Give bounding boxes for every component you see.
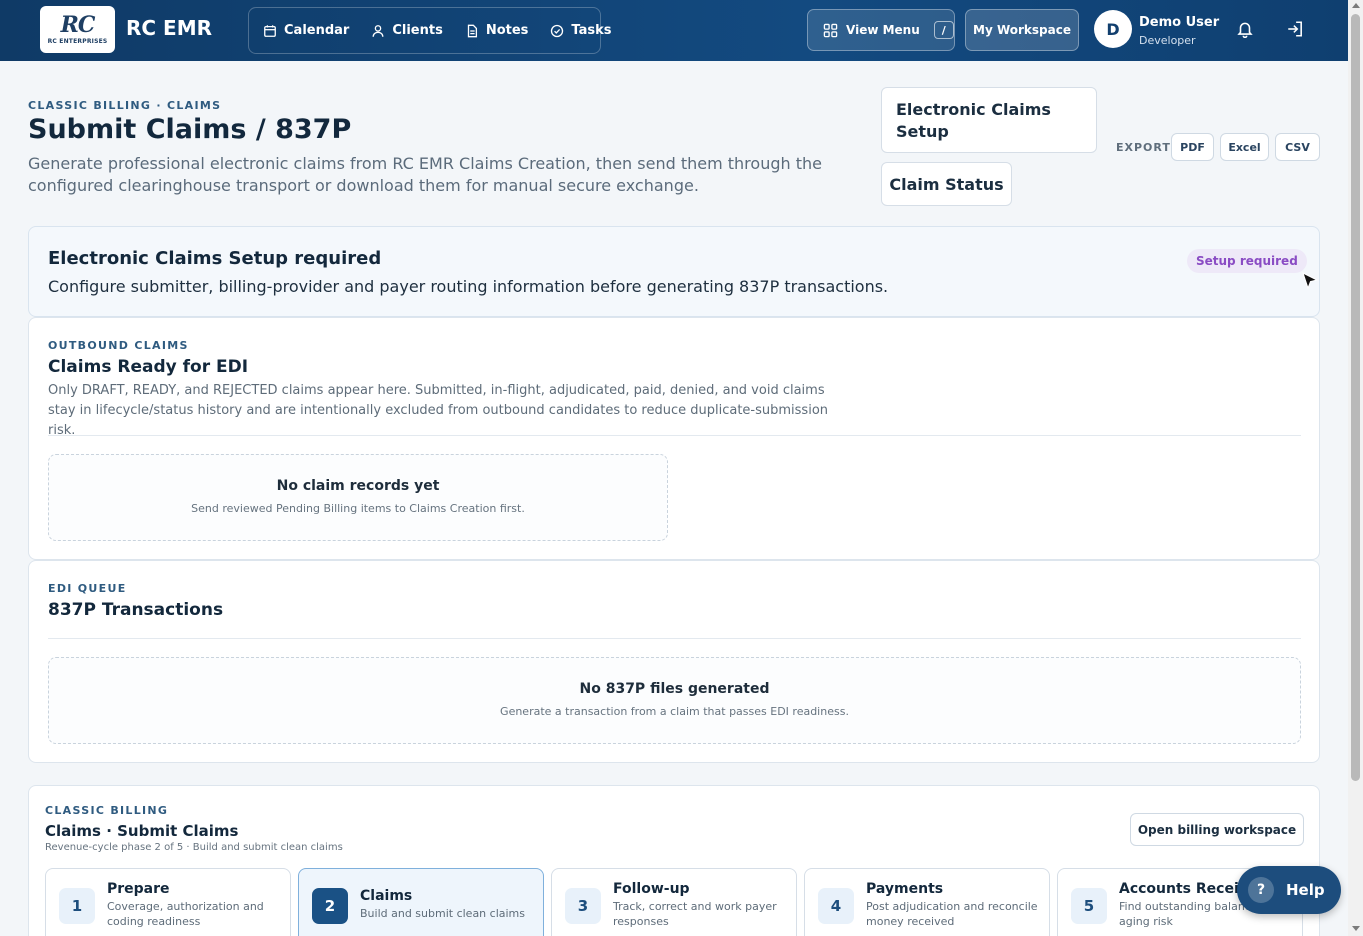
nav-notes-label: Notes [485, 23, 529, 38]
grid-icon [823, 23, 838, 37]
empty-claims-state: No claim records yet Send reviewed Pendi… [48, 454, 668, 541]
nav-tasks-label: Tasks [571, 23, 612, 38]
shortcut-key: / [933, 21, 954, 39]
nav-tasks[interactable]: Tasks [550, 23, 612, 38]
edi-queue-card: EDI QUEUE 837P Transactions No 837P file… [28, 560, 1320, 763]
phase-description: Build and submit clean claims [360, 907, 525, 920]
phase-payments[interactable]: 4 Payments Post adjudication and reconci… [804, 868, 1050, 936]
edi-eyebrow: EDI QUEUE [48, 582, 127, 595]
nav-calendar[interactable]: Calendar [263, 23, 349, 38]
view-menu-button[interactable]: View Menu / [807, 9, 955, 51]
phase-title: Claims [360, 888, 413, 904]
logo-mark: RC [60, 12, 96, 38]
outbound-eyebrow: OUTBOUND CLAIMS [48, 339, 189, 352]
nav-clients[interactable]: Clients [371, 23, 443, 38]
app-logo[interactable]: RC RC ENTERPRISES [40, 6, 115, 53]
view-menu-label: View Menu [846, 23, 920, 37]
billing-eyebrow: CLASSIC BILLING [45, 804, 169, 817]
divider [48, 638, 1301, 639]
phase-description: Post adjudication and reconcile money re… [866, 900, 1038, 928]
outbound-title: Claims Ready for EDI [48, 357, 249, 377]
export-label: EXPORT [1116, 141, 1171, 154]
phase-description: Track, correct and work payer responses [613, 900, 777, 928]
scroll-down-arrow-icon[interactable] [1352, 926, 1360, 931]
page-eyebrow: CLASSIC BILLING · CLAIMS [28, 99, 222, 112]
edi-title: 837P Transactions [48, 600, 224, 620]
empty-claims-title: No claim records yet [276, 478, 440, 494]
phase-number: 2 [312, 888, 348, 924]
bell-icon[interactable] [1236, 20, 1254, 38]
phase-title: Prepare [107, 881, 170, 897]
electronic-claims-setup-button[interactable]: Electronic Claims Setup [881, 87, 1097, 153]
divider [48, 435, 1301, 436]
logout-icon[interactable] [1286, 20, 1304, 38]
open-billing-workspace-button[interactable]: Open billing workspace [1130, 813, 1304, 846]
page-subtitle: Generate professional electronic claims … [28, 154, 822, 195]
user-icon [372, 24, 384, 37]
help-button[interactable]: ? Help [1237, 866, 1341, 914]
export-excel-button[interactable]: Excel [1220, 133, 1269, 161]
empty-edi-state: No 837P files generated Generate a trans… [48, 657, 1301, 744]
check-circle-icon [551, 24, 564, 37]
page-title: Submit Claims / 837P [28, 114, 352, 145]
help-label: Help [1286, 881, 1325, 899]
empty-claims-subtitle: Send reviewed Pending Billing items to C… [191, 502, 525, 515]
phase-follow-up[interactable]: 3 Follow-up Track, correct and work paye… [551, 868, 797, 936]
billing-subtitle: Revenue-cycle phase 2 of 5 · Build and s… [45, 842, 343, 853]
empty-edi-title: No 837P files generated [579, 681, 770, 697]
claim-status-button[interactable]: Claim Status [881, 162, 1012, 206]
document-icon [467, 24, 477, 37]
top-bar: RC RC ENTERPRISES RC EMR Calendar Client… [0, 0, 1348, 61]
mouse-cursor-icon [1302, 272, 1319, 290]
outbound-claims-card: OUTBOUND CLAIMS Claims Ready for EDI Onl… [28, 317, 1320, 560]
empty-edi-subtitle: Generate a transaction from a claim that… [500, 705, 849, 718]
user-name: Demo User [1139, 15, 1220, 30]
export-csv-button[interactable]: CSV [1275, 133, 1320, 161]
logo-subtext: RC ENTERPRISES [47, 38, 108, 45]
alert-title: Electronic Claims Setup required [48, 248, 382, 269]
app-title: RC EMR [126, 16, 213, 40]
status-badge: Setup required [1187, 249, 1307, 273]
phase-title: Follow-up [613, 881, 690, 897]
nav-calendar-label: Calendar [284, 23, 350, 38]
outbound-description: Only DRAFT, READY, and REJECTED claims a… [48, 383, 829, 438]
avatar[interactable]: D [1094, 10, 1132, 48]
calendar-icon [264, 24, 276, 37]
classic-billing-panel: CLASSIC BILLING Claims · Submit Claims R… [28, 785, 1320, 936]
my-workspace-button[interactable]: My Workspace [965, 9, 1079, 51]
phase-prepare[interactable]: 1 Prepare Coverage, authorization and co… [45, 868, 291, 936]
scroll-up-arrow-icon[interactable] [1352, 3, 1360, 8]
setup-required-alert: Electronic Claims Setup required Configu… [28, 226, 1320, 317]
phase-number: 1 [59, 888, 95, 924]
user-role: Developer [1139, 34, 1196, 47]
billing-title: Claims · Submit Claims [45, 822, 239, 840]
help-icon: ? [1248, 877, 1274, 903]
phase-number: 4 [818, 888, 854, 924]
scrollbar-thumb[interactable] [1351, 14, 1360, 781]
main-nav: Calendar Clients Notes Tasks [248, 7, 612, 54]
phase-number: 3 [565, 888, 601, 924]
alert-text: Configure submitter, billing-provider an… [48, 277, 889, 296]
phase-number: 5 [1071, 888, 1107, 924]
export-pdf-button[interactable]: PDF [1171, 133, 1214, 161]
phase-title: Payments [866, 881, 944, 897]
phase-claims[interactable]: 2 Claims Build and submit clean claims [298, 868, 544, 936]
nav-notes[interactable]: Notes [465, 23, 529, 38]
phase-description: Coverage, authorization and coding readi… [107, 900, 264, 928]
nav-clients-label: Clients [392, 23, 443, 38]
